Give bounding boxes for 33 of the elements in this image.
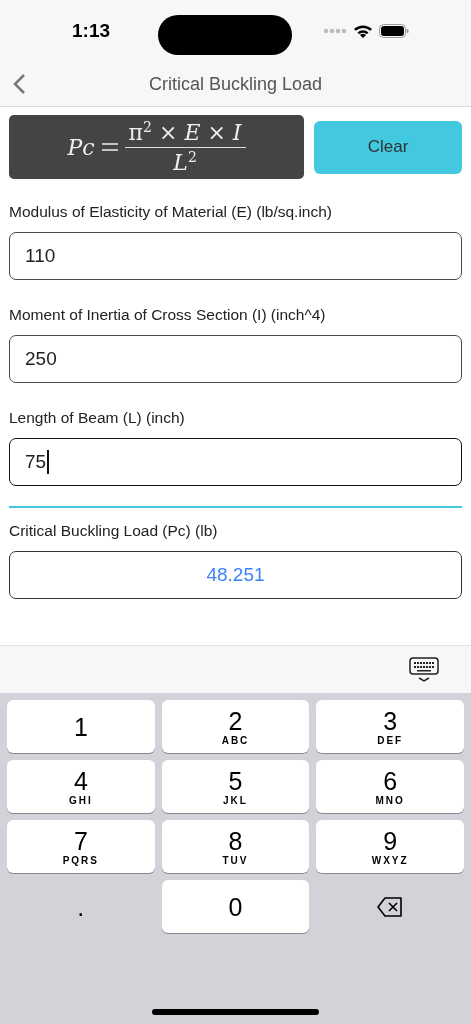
decimal-key[interactable]: . bbox=[7, 880, 155, 933]
field-label: Moment of Inertia of Cross Section (I) (inch^4) bbox=[9, 306, 327, 324]
formula-lhs: Pc bbox=[67, 134, 95, 160]
keypad-key[interactable]: 2 ABC bbox=[161, 700, 310, 753]
battery-icon bbox=[379, 24, 409, 38]
field-label: Modulus of Elasticity of Material (E) (lb/sq.inch) bbox=[9, 203, 334, 221]
nav-title: Critical Buckling Load bbox=[148, 73, 323, 95]
input-field[interactable]: 110 bbox=[9, 232, 462, 280]
text-cursor bbox=[47, 450, 50, 474]
backspace-icon bbox=[377, 896, 404, 917]
formula-denominator: L$^{2}$ bbox=[173, 148, 197, 176]
wifi-icon bbox=[353, 23, 373, 39]
keypad-key[interactable]: 7 PQRS bbox=[7, 820, 155, 873]
status-time: 1:13 bbox=[72, 20, 112, 42]
signal-icon bbox=[323, 28, 347, 34]
keypad-key[interactable]: 5 JKL bbox=[161, 760, 310, 813]
keypad-key[interactable]: 4 GHI bbox=[7, 760, 155, 813]
keypad-key[interactable]: 0 bbox=[161, 880, 310, 933]
keypad-key[interactable]: 8 TUV bbox=[161, 820, 310, 873]
input-field[interactable]: 75 bbox=[9, 438, 462, 486]
result-label: Critical Buckling Load (Pc) (lb) bbox=[9, 522, 219, 540]
keypad-key[interactable]: 1 bbox=[7, 700, 155, 753]
clear-button[interactable]: Clear bbox=[314, 120, 462, 174]
keypad-key[interactable]: 3 DEF bbox=[316, 700, 464, 753]
field-label: Length of Beam (L) (inch) bbox=[9, 409, 186, 427]
result-field: 48.251 bbox=[9, 551, 462, 599]
keypad-key[interactable]: 6 MNO bbox=[316, 760, 464, 813]
keyboard-dismiss-icon[interactable] bbox=[409, 656, 439, 683]
keypad-key[interactable]: 9 WXYZ bbox=[316, 820, 464, 873]
back-icon[interactable] bbox=[12, 73, 26, 95]
formula-numerator: π$^{2}$ × E × I bbox=[124, 118, 246, 148]
equals-icon bbox=[100, 141, 119, 153]
input-field[interactable]: 250 bbox=[9, 335, 462, 383]
